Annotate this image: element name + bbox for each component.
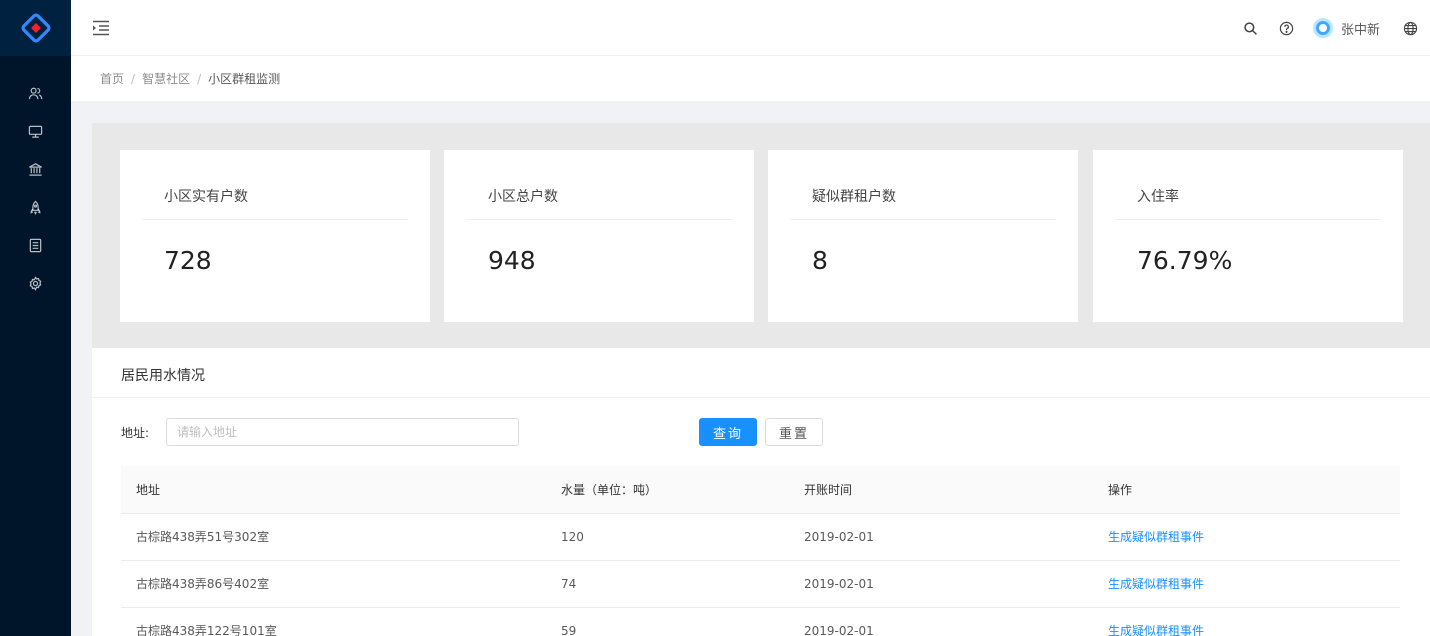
setting-icon: [29, 275, 42, 291]
profile-icon: [29, 238, 42, 252]
cell-address: 古棕路438弄86号402室: [121, 560, 546, 608]
language-button[interactable]: [1392, 0, 1428, 56]
global-icon: [1403, 21, 1417, 35]
avatar: [1312, 18, 1333, 38]
menu-fold-button[interactable]: [91, 18, 111, 38]
address-label: 地址:: [121, 426, 150, 440]
breadcrumb: 首页 / 智慧社区 / 小区群租监测: [71, 56, 1430, 101]
rocket-icon: [30, 200, 41, 215]
column-header-date: 开账时间: [789, 466, 1093, 514]
stat-title: 小区总户数: [466, 150, 732, 220]
cell-date: 2019-02-01: [789, 513, 1093, 561]
sidebar-item-rocket[interactable]: [0, 188, 71, 226]
cell-date: 2019-02-01: [789, 607, 1093, 636]
cell-amount: 74: [546, 560, 789, 608]
help-button[interactable]: [1269, 0, 1305, 56]
sidebar-item-bank[interactable]: [0, 150, 71, 188]
stat-value: 8: [812, 246, 828, 275]
column-header-address: 地址: [121, 466, 546, 514]
sidebar-item-monitor[interactable]: [0, 112, 71, 150]
search-button[interactable]: [1233, 0, 1269, 56]
stat-card-suspected-group-rental: 疑似群租户数 8: [768, 150, 1078, 322]
logo[interactable]: [0, 0, 71, 56]
cell-date: 2019-02-01: [789, 560, 1093, 608]
stat-value: 948: [488, 246, 536, 275]
reset-button[interactable]: 重置: [765, 418, 823, 446]
users-icon: [28, 87, 43, 99]
sidebar-menu: [0, 56, 71, 302]
sidebar: [0, 0, 71, 636]
sidebar-item-setting[interactable]: [0, 264, 71, 302]
stat-value: 76.79%: [1137, 246, 1233, 275]
stat-title: 疑似群租户数: [790, 150, 1056, 220]
menu-fold-icon: [93, 20, 109, 36]
cell-action: 生成疑似群租事件: [1093, 607, 1400, 636]
breadcrumb-home[interactable]: 首页: [100, 72, 124, 86]
breadcrumb-separator: /: [197, 72, 202, 86]
stat-card-actual-households: 小区实有户数 728: [120, 150, 430, 322]
breadcrumb-smart-community[interactable]: 智慧社区: [142, 72, 190, 86]
column-header-amount: 水量（单位：吨）: [546, 466, 789, 514]
top-header: 张中新: [71, 0, 1430, 56]
water-usage-panel: 居民用水情况 地址: 查询 重置 地址 水量（单位：吨） 开账时间 操作 古棕路…: [92, 348, 1430, 636]
table-row: 古棕路438弄86号402室 74 2019-02-01 生成疑似群租事件: [121, 560, 1400, 608]
filter-form: 地址: 查询 重置: [121, 418, 841, 446]
stats-panel: 小区实有户数 728 小区总户数 948 疑似群租户数 8 入住率 76.79%: [92, 123, 1430, 348]
monitor-icon: [28, 125, 43, 138]
stat-title: 小区实有户数: [142, 150, 408, 220]
cell-action: 生成疑似群租事件: [1093, 513, 1400, 561]
bank-icon: [29, 162, 42, 176]
cell-address: 古棕路438弄51号302室: [121, 513, 546, 561]
app-root: 张中新 首页 / 智慧社区 / 小区群租监测 小区实有户数 728 小区总户数 948 …: [0, 0, 1430, 636]
table-row: 古棕路438弄51号302室 120 2019-02-01 生成疑似群租事件: [121, 513, 1400, 561]
header-actions: 张中新: [1233, 0, 1430, 56]
user-menu[interactable]: 张中新: [1305, 0, 1392, 56]
panel-title: 居民用水情况: [92, 348, 1430, 398]
water-usage-table: 地址 水量（单位：吨） 开账时间 操作 古棕路438弄51号302室 120 2…: [121, 466, 1400, 636]
column-header-action: 操作: [1093, 466, 1400, 514]
cell-amount: 59: [546, 607, 789, 636]
cell-action: 生成疑似群租事件: [1093, 560, 1400, 608]
stat-title: 入住率: [1115, 150, 1381, 220]
stat-card-total-households: 小区总户数 948: [444, 150, 754, 322]
address-input[interactable]: [166, 418, 519, 446]
sidebar-item-users[interactable]: [0, 74, 71, 112]
cell-amount: 120: [546, 513, 789, 561]
generate-event-link[interactable]: 生成疑似群租事件: [1108, 530, 1204, 544]
sidebar-item-profile[interactable]: [0, 226, 71, 264]
stat-card-occupancy-rate: 入住率 76.79%: [1093, 150, 1403, 322]
generate-event-link[interactable]: 生成疑似群租事件: [1108, 624, 1204, 636]
search-icon: [1244, 21, 1258, 35]
logo-icon: [21, 13, 50, 43]
breadcrumb-current: 小区群租监测: [208, 72, 281, 86]
query-button[interactable]: 查询: [699, 418, 757, 446]
breadcrumb-separator: /: [131, 72, 136, 86]
table-row: 古棕路438弄122号101室 59 2019-02-01 生成疑似群租事件: [121, 607, 1400, 636]
generate-event-link[interactable]: 生成疑似群租事件: [1108, 577, 1204, 591]
question-icon: [1280, 21, 1294, 35]
stat-value: 728: [164, 246, 212, 275]
cell-address: 古棕路438弄122号101室: [121, 607, 546, 636]
table-header-row: 地址 水量（单位：吨） 开账时间 操作: [121, 466, 1400, 514]
username: 张中新: [1340, 22, 1380, 38]
